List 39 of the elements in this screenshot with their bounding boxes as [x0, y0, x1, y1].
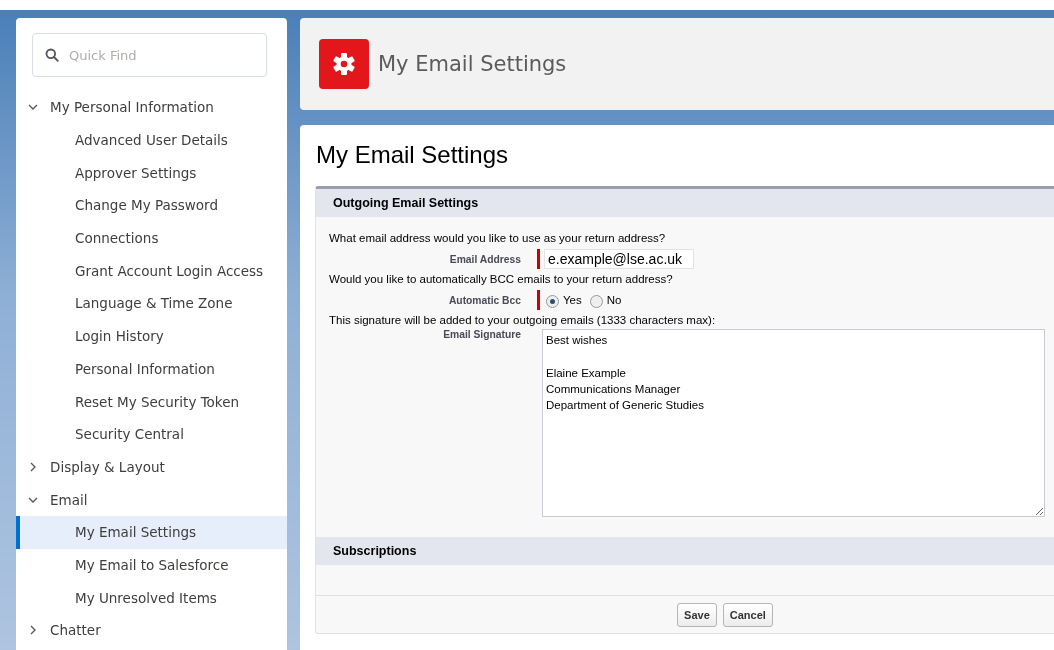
question-text: Would you like to automatically BCC emails to your return address? — [329, 272, 674, 287]
field-label: Automatic Bcc — [447, 294, 522, 306]
tree-item[interactable]: My Email Settings — [16, 515, 287, 549]
save-button[interactable]: Save — [677, 603, 717, 627]
radio-unselected[interactable] — [589, 295, 603, 308]
tree-group-item[interactable]: My Personal Information — [16, 91, 287, 124]
chevron-right-icon — [28, 625, 38, 636]
page-title: My Email Settings — [316, 141, 510, 169]
question-text: This signature will be added to your outgoing emails (1333 characters max): — [329, 313, 717, 328]
email-address-field[interactable]: e.example@lse.ac.uk — [544, 249, 694, 269]
gear-icon — [319, 39, 369, 89]
tree-item[interactable]: Language & Time Zone — [16, 287, 287, 320]
cancel-button[interactable]: Cancel — [722, 603, 773, 627]
radio-label: Yes — [563, 294, 582, 306]
question-text: What email address would you like to use as your return address? — [329, 231, 667, 246]
tree-item[interactable]: Connections — [16, 221, 287, 255]
section-header: Subscriptions — [316, 537, 1054, 565]
tree-item[interactable]: Grant Account Login Access — [16, 254, 287, 288]
tree-group-item[interactable]: Display & Layout — [16, 450, 287, 484]
tree-item[interactable]: My Email to Salesforce — [16, 548, 287, 582]
radio-label: No — [606, 294, 622, 306]
tree-item[interactable]: Login History — [16, 319, 287, 353]
tree-item[interactable]: My Unresolved Items — [16, 581, 287, 614]
tree-item[interactable]: Security Central — [16, 417, 287, 451]
tree-item[interactable]: Approver Settings — [16, 156, 287, 190]
tree-item[interactable]: Change My Password — [16, 189, 287, 222]
chevron-right-icon — [28, 461, 38, 472]
field-label: Email Signature — [442, 329, 522, 340]
header-title: My Email Settings — [378, 52, 567, 76]
field-label: Email Address — [448, 253, 522, 265]
tree-item[interactable]: Personal Information — [16, 352, 287, 386]
tree-item[interactable]: Advanced User Details — [16, 123, 287, 157]
quick-find-field[interactable]: Quick Find — [32, 33, 267, 77]
tree-group-item[interactable]: Chatter — [16, 614, 287, 647]
tree-group-item[interactable]: Email — [16, 483, 287, 516]
tree-item[interactable]: Reset My Security Token — [16, 385, 287, 418]
radio-selected[interactable] — [546, 295, 559, 308]
signature-field[interactable]: Best wishes Elaine Example Communications Manager Department of Generic Studies — [542, 329, 1045, 517]
section-header: Outgoing Email Settings — [316, 189, 1054, 217]
